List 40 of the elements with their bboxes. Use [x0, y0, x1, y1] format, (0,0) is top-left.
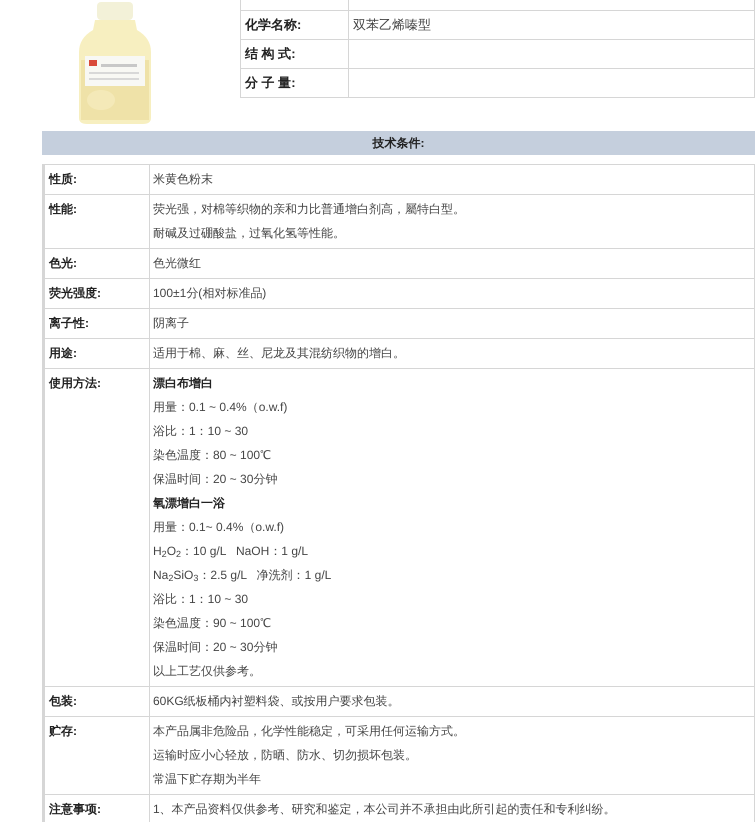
spec-text: 适用于棉、麻、丝、尼龙及其混纺织物的增白。 [153, 345, 406, 362]
spec-text: 阴离子 [153, 315, 190, 332]
spec-text: 以上工艺仅供参考。 [153, 663, 262, 680]
spec-label: 荧光强度: [49, 286, 101, 300]
field-label: 分 子 量: [245, 74, 296, 90]
spec-text: 保温时间：20 ~ 30分钟 [153, 471, 278, 488]
spec-text: 浴比：1：10 ~ 30 [153, 423, 250, 440]
spec-text: H$_{2}$O$_{2}$：10 g/L NaOH：1 g/L [153, 543, 309, 562]
spec-text: 色光微红 [153, 255, 202, 272]
spec-label: 注意事项: [49, 802, 101, 816]
spec-label: 贮存: [49, 724, 77, 738]
spec-label: 使用方法: [49, 376, 101, 390]
section-heading: 漂白布增白 [153, 375, 214, 392]
spec-text: 荧光强，对棉等织物的亲和力比普通增白剂高，屬特白型。 [153, 201, 466, 218]
spec-text: 1、本产品资料仅供参考、研究和鉴定，本公司并不承担由此所引起的责任和专利纠纷。 [153, 801, 617, 818]
spec-text: 保温时间：20 ~ 30分钟 [153, 639, 278, 656]
spec-text: 染色温度：80 ~ 100℃ [153, 447, 272, 464]
spec-label: 性能: [49, 202, 77, 216]
spec-text: 常温下贮存期为半年 [153, 771, 262, 788]
field-label: 结 构 式: [245, 46, 296, 61]
field-value: 双苯乙烯嗪型 [353, 16, 431, 32]
spec-text: 运输时应小心轻放，防晒、防水、切勿损坏包装。 [153, 747, 418, 764]
spec-text: 100±1分(相对标准品) [153, 285, 268, 302]
spec-label: 色光: [49, 256, 77, 270]
spec-text: 浴比：1：10 ~ 30 [153, 591, 250, 608]
section-heading: 氧漂增白一浴 [153, 495, 226, 512]
spec-text: 染色温度：90 ~ 100℃ [153, 615, 272, 632]
spec-text: 米黄色粉末 [153, 171, 214, 188]
spec-text: Na$_{2}$SiO$_{3}$：2.5 g/L 净洗剂：1 g/L [153, 567, 332, 586]
spec-text: 本产品属非危险品，化学性能稳定，可采用任何运输方式。 [153, 723, 466, 740]
spec-label: 包装: [49, 694, 77, 708]
spec-label: 离子性: [49, 316, 89, 330]
spec-label: 用途: [49, 346, 77, 360]
spec-label: 性质: [49, 172, 77, 186]
section-header: 技术条件: [42, 131, 755, 155]
field-label: 化学名称: [245, 16, 302, 32]
spec-text: 用量：0.1~ 0.4%（o.w.f) [153, 519, 286, 536]
spec-text: 用量：0.1 ~ 0.4%（o.w.f) [153, 399, 288, 416]
spec-text: 耐碱及过硼酸盐，过氧化氢等性能。 [153, 225, 346, 242]
spec-text: 60KG纸板桶内衬塑料袋、或按用户要求包装。 [153, 693, 401, 710]
